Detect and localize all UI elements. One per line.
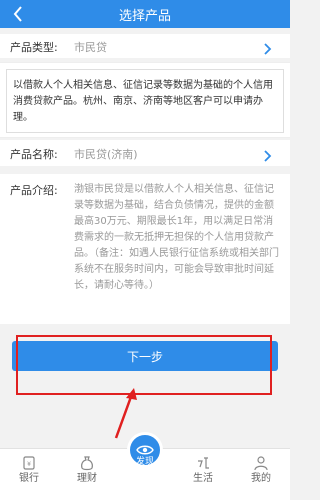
product-description-section: 以借款人个人相关信息、征信记录等数据为基础的个人信用消费贷款产品。杭州、南京、济… — [0, 62, 290, 138]
user-icon — [253, 455, 269, 471]
tab-finance-label: 理财 — [77, 473, 97, 484]
product-intro-text: 渤银市民贷是以借款人个人相关信息、征信记录等数据为基础，结合负债情况，提供的金额… — [74, 184, 279, 291]
svg-text:¥: ¥ — [27, 461, 31, 468]
tab-mine-label: 我的 — [251, 473, 271, 484]
tab-bank-label: 银行 — [19, 473, 39, 484]
next-step-button[interactable]: 下一步 — [12, 341, 278, 371]
page-title: 选择产品 — [118, 8, 171, 24]
product-type-label: 产品类型: — [10, 41, 58, 54]
product-intro-label: 产品介绍: — [10, 184, 58, 197]
tab-bank[interactable]: ¥ 银行 — [4, 455, 54, 485]
chevron-right-icon — [264, 40, 274, 55]
tab-life[interactable]: 生活 — [178, 455, 228, 485]
product-description: 以借款人个人相关信息、征信记录等数据为基础的个人信用消费贷款产品。杭州、南京、济… — [6, 69, 284, 133]
product-type-value: 市民贷 — [74, 41, 107, 54]
product-name-value: 市民贷(济南) — [74, 148, 138, 161]
life-icon — [195, 455, 211, 471]
chevron-right-icon — [264, 147, 274, 162]
bank-icon: ¥ — [21, 455, 37, 471]
product-name-label: 产品名称: — [10, 148, 58, 161]
product-type-row[interactable]: 产品类型: 市民贷 — [0, 34, 290, 58]
back-icon[interactable] — [6, 0, 30, 28]
tab-finance[interactable]: 理财 — [62, 455, 112, 485]
next-step-area: 下一步 — [0, 324, 290, 444]
tab-discover[interactable]: 发现 — [125, 432, 165, 492]
tab-mine[interactable]: 我的 — [236, 455, 286, 485]
product-name-row[interactable]: 产品名称: 市民贷(济南) — [0, 140, 290, 166]
top-bar: 选择产品 — [0, 0, 290, 28]
product-intro-row: 产品介绍: 渤银市民贷是以借款人个人相关信息、征信记录等数据为基础，结合负债情况… — [0, 174, 290, 324]
money-bag-icon — [79, 455, 95, 471]
tab-life-label: 生活 — [193, 473, 213, 484]
tab-discover-label: 发现 — [135, 457, 154, 467]
